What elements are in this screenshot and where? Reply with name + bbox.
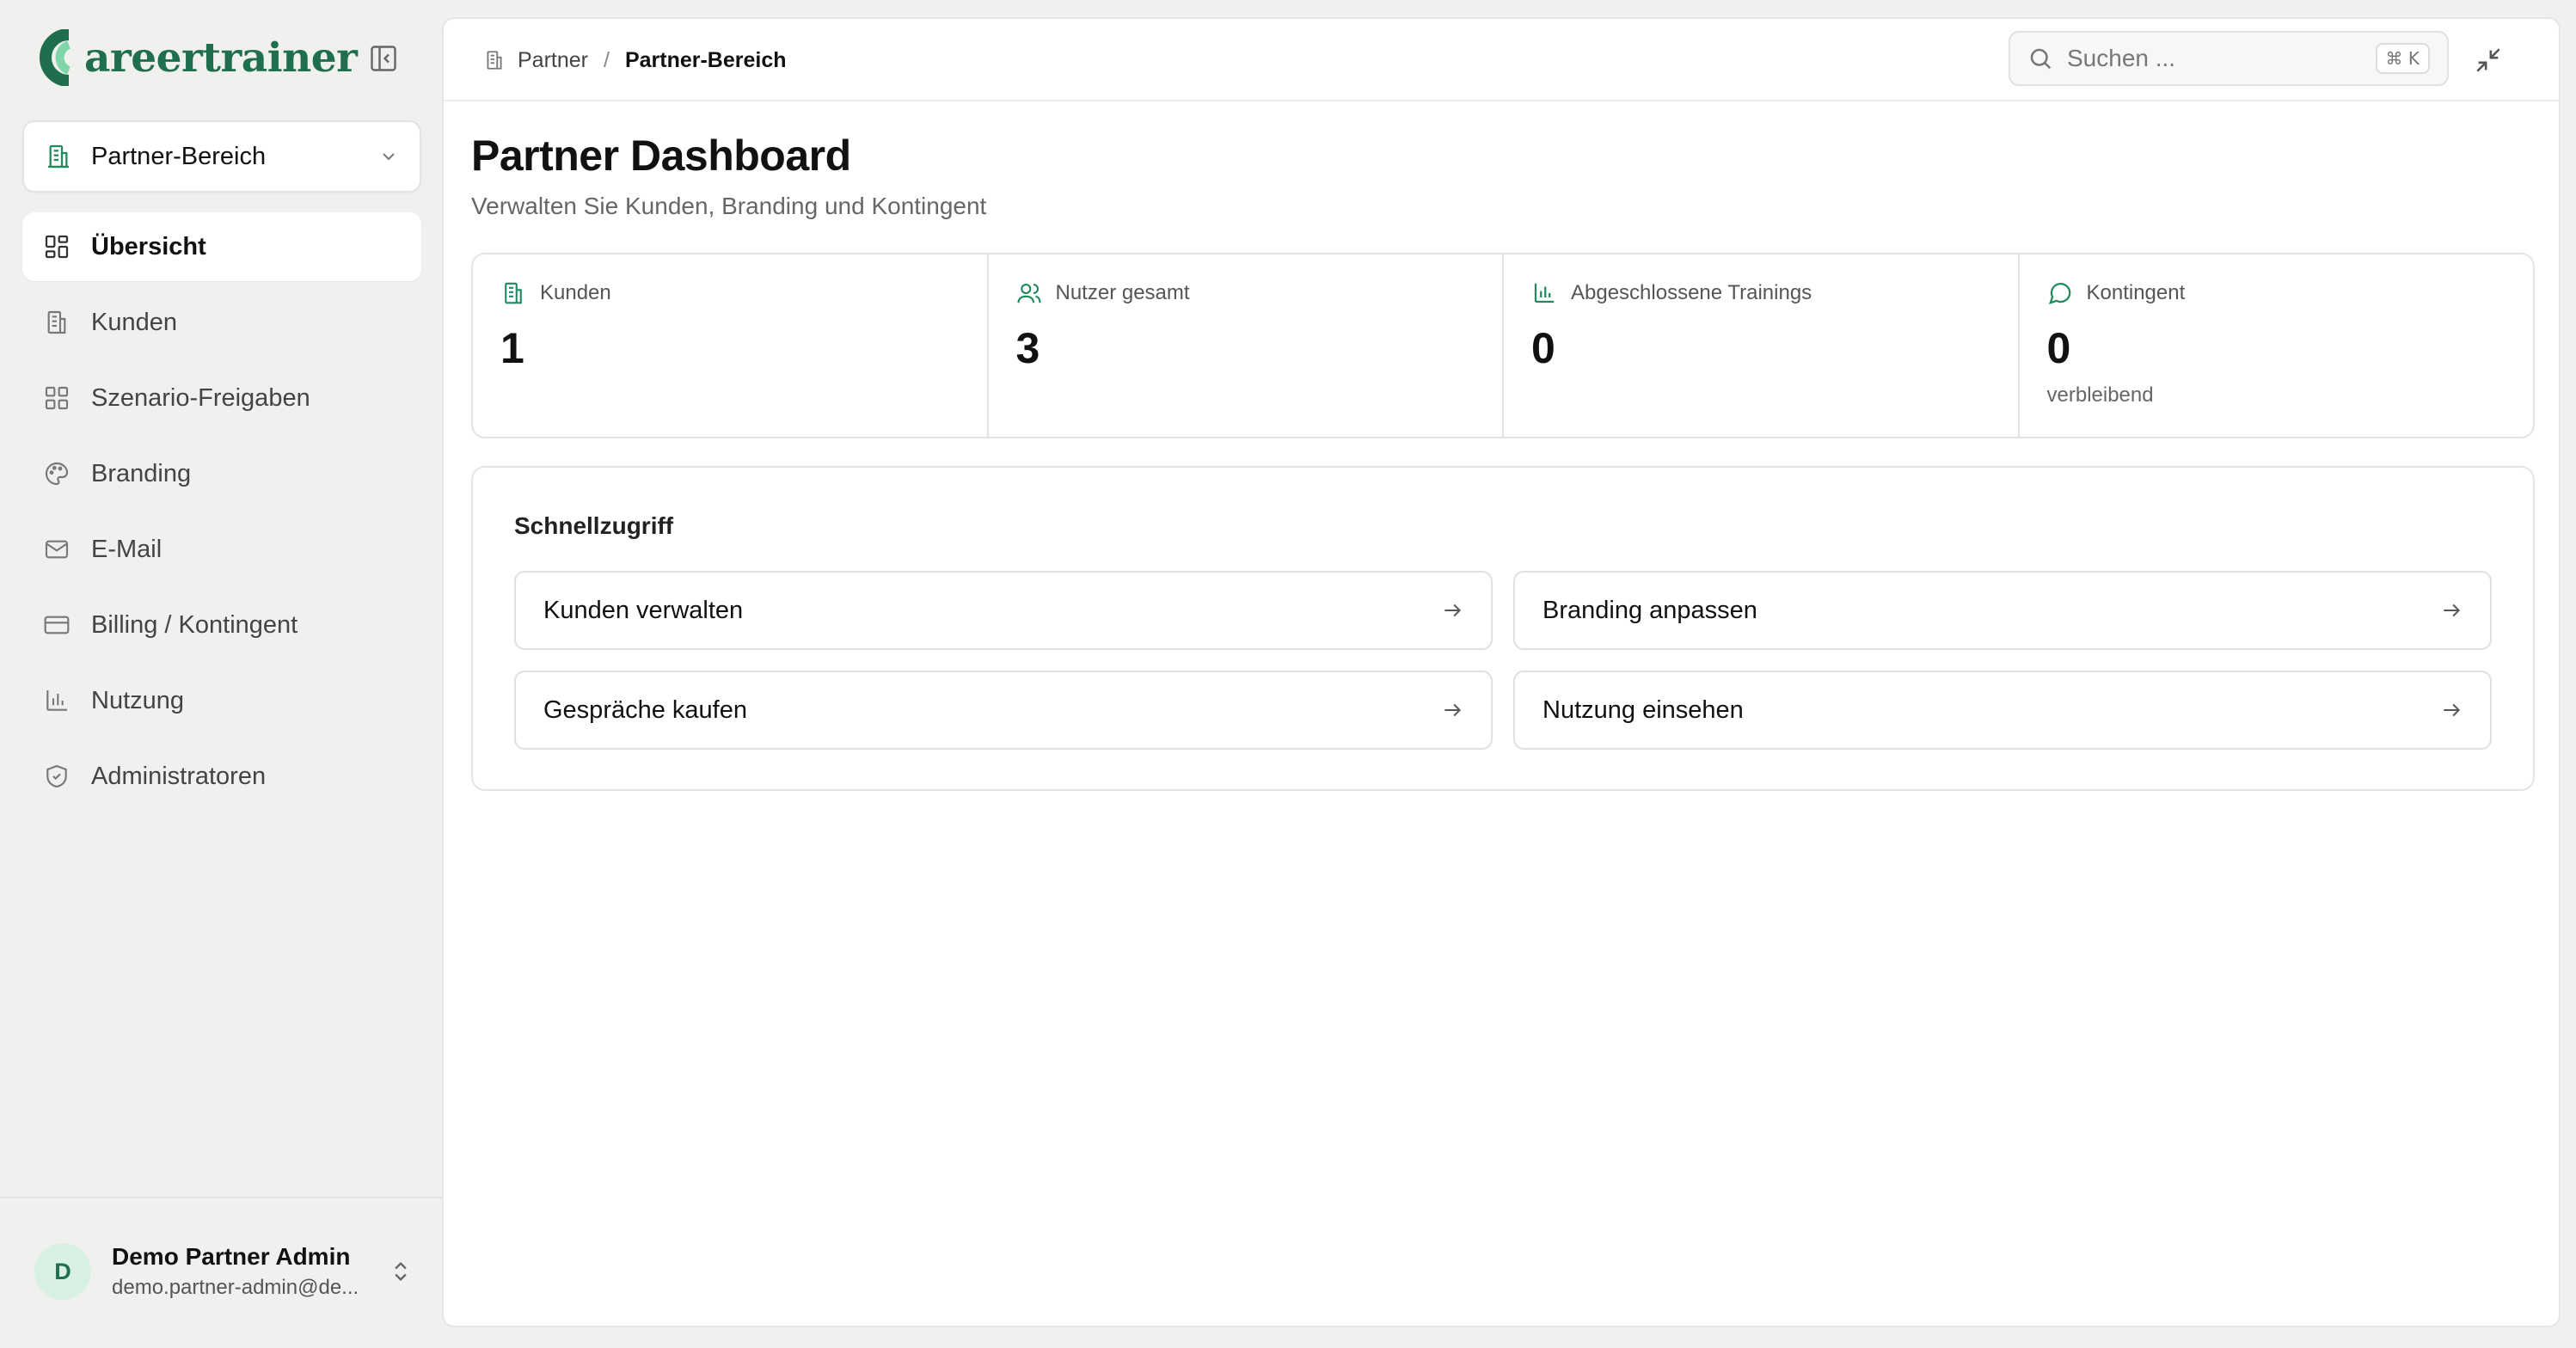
sidebar-item-label: Kunden — [91, 308, 177, 336]
search-icon — [2030, 48, 2052, 70]
quick-access-card: Schnellzugriff Kunden verwalten Branding… — [471, 466, 2535, 791]
main-panel: Partner / Partner-Bereich Suchen ... ⌘ K… — [442, 17, 2561, 1327]
stat-kontingent: Kontingent 0 verbleibend — [2020, 254, 2534, 437]
sidebar-item-label: Billing / Kontingent — [91, 610, 298, 639]
breadcrumb-current: Partner-Bereich — [624, 47, 787, 72]
sidebar: areertrainer Partner-Bereich Übersicht K… — [0, 0, 442, 1348]
sidebar-toggle-button[interactable] — [366, 41, 401, 76]
sidebar-item-nutzung[interactable]: Nutzung — [22, 666, 421, 735]
stat-value: 0 — [2046, 324, 2071, 372]
user-email: demo.partner-admin@de... — [112, 1276, 359, 1299]
sidebar-nav: Übersicht Kunden Szenario-Freigaben Bran… — [22, 212, 421, 818]
arrow-right-icon — [1444, 604, 1462, 617]
arrow-right-icon — [2444, 604, 2461, 617]
breadcrumb-parent[interactable]: Partner — [518, 48, 588, 73]
gespraeche-kaufen-button[interactable]: Gespräche kaufen — [514, 671, 1493, 750]
page-title: Partner Dashboard — [471, 132, 851, 180]
top-bar: Partner / Partner-Bereich Suchen ... ⌘ K — [444, 19, 2559, 101]
building-icon — [48, 144, 69, 168]
palette-icon — [45, 462, 69, 486]
sidebar-item-szenario-freigaben[interactable]: Szenario-Freigaben — [22, 364, 421, 432]
arrow-right-icon — [2444, 703, 2461, 717]
logo-text: areertrainer — [84, 34, 358, 82]
stat-label: Kontingent — [2086, 281, 2186, 304]
mail-icon — [45, 540, 69, 559]
stat-kunden: Kunden 1 — [473, 254, 989, 437]
branding-anpassen-button[interactable]: Branding anpassen — [1513, 571, 2492, 650]
sidebar-item-label: Szenario-Freigaben — [91, 383, 310, 412]
divider — [0, 1197, 442, 1198]
sidebar-item-label: E-Mail — [91, 535, 163, 563]
building-icon — [47, 310, 66, 334]
button-label: Gespräche kaufen — [543, 695, 747, 724]
message-icon — [2048, 283, 2070, 305]
panel-collapse-icon — [371, 46, 396, 71]
minimize-icon — [2476, 48, 2500, 72]
sidebar-item-billing[interactable]: Billing / Kontingent — [22, 591, 421, 659]
bar-chart-icon — [46, 690, 67, 711]
minimize-button[interactable] — [2469, 41, 2507, 79]
user-menu[interactable]: D Demo Partner Admin demo.partner-admin@… — [34, 1233, 413, 1310]
shield-icon — [46, 764, 67, 788]
button-label: Nutzung einsehen — [1543, 695, 1744, 724]
search-shortcut: ⌘ K — [2375, 43, 2430, 74]
nutzung-einsehen-button[interactable]: Nutzung einsehen — [1513, 671, 2492, 750]
quick-access-title: Schnellzugriff — [514, 512, 674, 539]
stat-nutzer: Nutzer gesamt 3 — [989, 254, 1504, 437]
button-label: Branding anpassen — [1543, 596, 1757, 624]
users-icon — [1016, 283, 1041, 303]
sidebar-item-label: Übersicht — [91, 232, 206, 260]
sidebar-item-branding[interactable]: Branding — [22, 439, 421, 508]
sidebar-item-administratoren[interactable]: Administratoren — [22, 742, 421, 811]
breadcrumb-separator: / — [603, 47, 610, 72]
stat-value: 1 — [500, 324, 524, 372]
stat-value: 3 — [1015, 324, 1040, 372]
credit-card-icon — [44, 616, 70, 634]
stat-sublabel: verbleibend — [2046, 383, 2154, 407]
search-placeholder: Suchen ... — [2067, 45, 2176, 71]
sidebar-item-kunden[interactable]: Kunden — [22, 288, 421, 357]
avatar: D — [34, 1243, 91, 1300]
stat-label: Nutzer gesamt — [1055, 281, 1190, 304]
sidebar-item-uebersicht[interactable]: Übersicht — [22, 212, 421, 281]
chevron-down-icon — [383, 153, 395, 161]
grid-icon — [45, 386, 69, 410]
building-icon — [505, 282, 522, 304]
stat-label: Abgeschlossene Trainings — [1571, 281, 1812, 304]
sidebar-item-label: Administratoren — [91, 762, 267, 790]
stat-trainings: Abgeschlossene Trainings 0 — [1504, 254, 2020, 437]
sidebar-item-email[interactable]: E-Mail — [22, 515, 421, 584]
chevrons-up-down-icon — [395, 1262, 407, 1281]
dashboard-icon — [45, 235, 69, 259]
logo-mark-icon — [40, 29, 71, 86]
app-logo[interactable]: areertrainer — [34, 28, 358, 88]
user-name: Demo Partner Admin — [112, 1243, 351, 1270]
sidebar-item-label: Branding — [91, 459, 192, 487]
page-subtitle: Verwalten Sie Kunden, Branding und Konti… — [471, 193, 987, 219]
workspace-label: Partner-Bereich — [91, 142, 267, 170]
stats-card: Kunden 1 Nutzer gesamt 3 Abgeschlossene … — [471, 253, 2535, 438]
button-label: Kunden verwalten — [543, 596, 744, 624]
arrow-right-icon — [1444, 703, 1462, 717]
breadcrumb: Partner / Partner-Bereich — [483, 19, 787, 101]
building-icon — [487, 51, 502, 70]
workspace-switcher[interactable]: Partner-Bereich — [22, 120, 421, 193]
stat-value: 0 — [1531, 324, 1555, 372]
stat-label: Kunden — [540, 281, 611, 304]
search-input[interactable]: Suchen ... ⌘ K — [2009, 31, 2449, 86]
sidebar-item-label: Nutzung — [91, 686, 185, 714]
kunden-verwalten-button[interactable]: Kunden verwalten — [514, 571, 1493, 650]
bar-chart-icon — [1534, 283, 1555, 303]
